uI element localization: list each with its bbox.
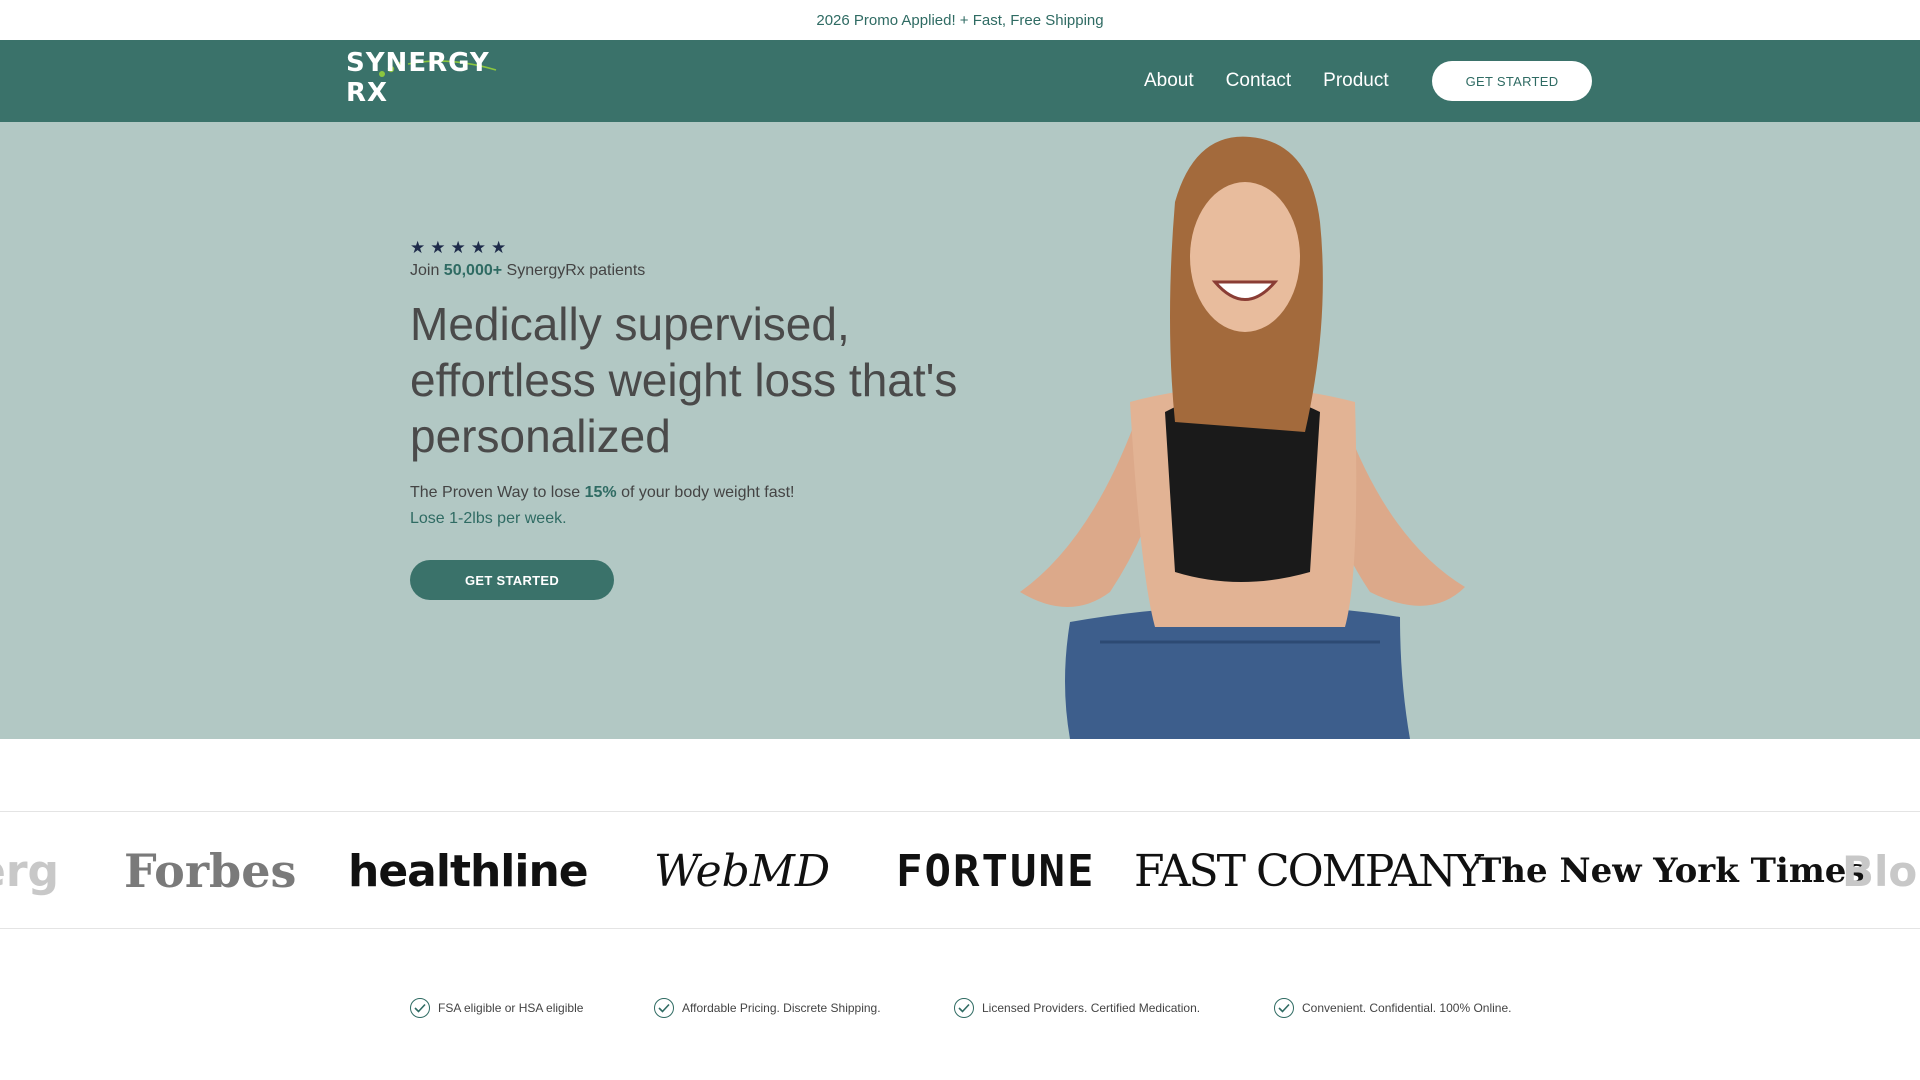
headline-line-1: Medically supervised,	[410, 298, 850, 350]
hero-subline: The Proven Way to lose 15% of your body …	[410, 484, 1010, 502]
feature-label: Affordable Pricing. Discrete Shipping.	[682, 1001, 881, 1015]
top-navbar: SYNERGY RX About Contact Product GET STA…	[0, 40, 1920, 122]
star-icon: ★	[410, 238, 426, 257]
star-icon: ★	[430, 238, 446, 257]
rating-stars: ★ ★ ★ ★ ★	[410, 238, 1010, 258]
webmd-logo: WebMD	[654, 845, 831, 897]
subline-suffix: of your body weight fast!	[616, 484, 795, 501]
hero-subline-2: Lose 1-2lbs per week.	[410, 510, 567, 527]
feature-item-licensed: Licensed Providers. Certified Medication…	[954, 998, 1200, 1018]
press-logos-strip: erg Forbes healthline WebMD FORTUNE FAST…	[0, 811, 1920, 929]
feature-label: Convenient. Confidential. 100% Online.	[1302, 1001, 1512, 1015]
nav-links: About Contact Product	[1144, 40, 1421, 122]
check-circle-icon	[410, 998, 430, 1018]
feature-label: Licensed Providers. Certified Medication…	[982, 1001, 1201, 1015]
headline-line-2: effortless weight loss that's	[410, 354, 958, 406]
fortune-logo: FORTUNE	[896, 845, 1096, 897]
hero-content: ★ ★ ★ ★ ★ Join 50,000+ SynergyRx patient…	[410, 238, 1010, 600]
bloomberg-logo: erg	[0, 845, 60, 897]
promo-banner: 2026 Promo Applied! + Fast, Free Shippin…	[0, 0, 1920, 40]
feature-label: FSA eligible or HSA eligible	[438, 1001, 584, 1015]
patient-count: 50,000+	[443, 262, 503, 279]
nav-get-started-button[interactable]: GET STARTED	[1432, 61, 1592, 101]
star-icon: ★	[470, 238, 486, 257]
headline-line-3: personalized	[410, 410, 671, 462]
hero-headline: Medically supervised, effortless weight …	[410, 296, 1010, 464]
subline-highlight: 15%	[584, 484, 617, 501]
synergy-rx-logo[interactable]: SYNERGY RX	[346, 48, 516, 108]
nav-link-contact[interactable]: Contact	[1226, 70, 1291, 92]
check-circle-icon	[654, 998, 674, 1018]
logo-text: SYNERGY RX	[346, 48, 490, 108]
nyt-logo: The New York Times	[1476, 851, 1866, 891]
nav-link-product[interactable]: Product	[1323, 70, 1388, 92]
social-proof-prefix: Join	[410, 262, 444, 279]
feature-item-online: Convenient. Confidential. 100% Online.	[1274, 998, 1511, 1018]
social-proof: Join 50,000+ SynergyRx patients	[410, 262, 1010, 280]
hero-get-started-button[interactable]: GET STARTED	[410, 560, 614, 600]
feature-item-fsa: FSA eligible or HSA eligible	[410, 998, 583, 1018]
forbes-logo: Forbes	[124, 844, 297, 898]
hero-section: ★ ★ ★ ★ ★ Join 50,000+ SynergyRx patient…	[0, 122, 1920, 739]
feature-item-pricing: Affordable Pricing. Discrete Shipping.	[654, 998, 881, 1018]
check-circle-icon	[954, 998, 974, 1018]
star-icon: ★	[491, 238, 507, 257]
social-proof-suffix: SynergyRx patients	[502, 262, 646, 279]
bloomberg-logo-right: Blo	[1842, 846, 1918, 896]
fast-company-logo: FAST COMPANY	[1134, 845, 1484, 897]
promo-text: 2026 Promo Applied! + Fast, Free Shippin…	[816, 11, 1104, 29]
star-icon: ★	[450, 238, 466, 257]
nav-link-about[interactable]: About	[1144, 70, 1194, 92]
subline-prefix: The Proven Way to lose	[410, 484, 585, 501]
feature-bullets: FSA eligible or HSA eligible Affordable …	[0, 998, 1920, 1024]
hero-woman-image	[1020, 136, 1465, 739]
healthline-logo: healthline	[348, 845, 589, 897]
check-circle-icon	[1274, 998, 1294, 1018]
